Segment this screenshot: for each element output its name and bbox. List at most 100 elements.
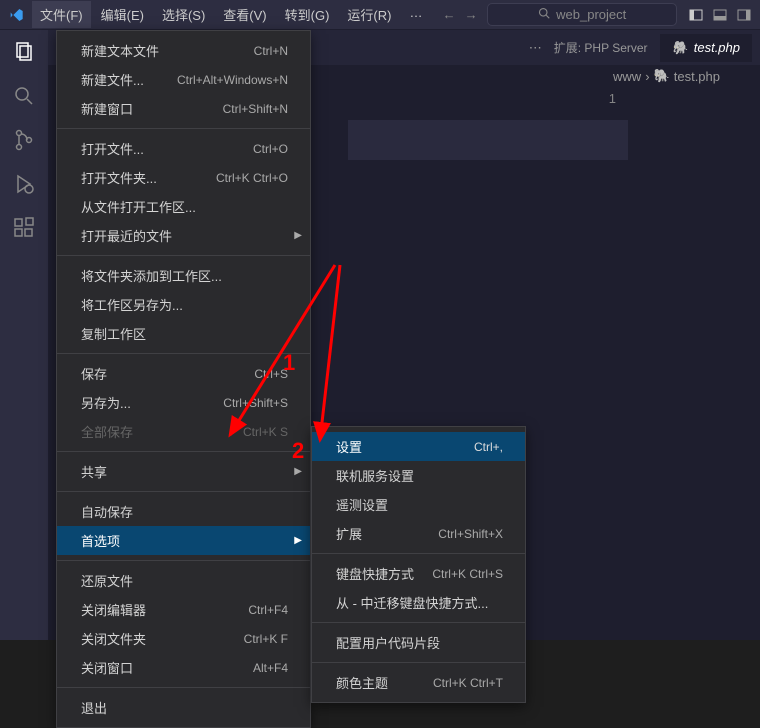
menu-item-label: 还原文件 <box>81 571 133 590</box>
line-gutter: 1 <box>588 87 628 106</box>
menu-item-label: 另存为... <box>81 393 131 412</box>
search-text: web_project <box>556 7 626 22</box>
menu-item[interactable]: 将文件夹添加到工作区... <box>57 261 310 290</box>
menu-item-label: 新建文件... <box>81 70 144 89</box>
menu-item-shortcut: Ctrl+O <box>253 142 288 156</box>
menu-separator <box>57 128 310 129</box>
menu-item[interactable]: 保存Ctrl+S <box>57 359 310 388</box>
menu-item[interactable]: 另存为... Ctrl+Shift+S <box>57 388 310 417</box>
menu-item[interactable]: 打开最近的文件▶ <box>57 221 310 250</box>
menu-4[interactable]: 转到(G) <box>277 1 338 28</box>
menu-3[interactable]: 查看(V) <box>215 1 274 28</box>
menu-item[interactable]: 关闭编辑器Ctrl+F4 <box>57 595 310 624</box>
menu-item-label: 保存 <box>81 364 107 383</box>
menu-item[interactable]: 新建文件... Ctrl+Alt+Windows+N <box>57 65 310 94</box>
menu-item-shortcut: Ctrl+K Ctrl+O <box>216 171 288 185</box>
menu-item-label: 打开最近的文件 <box>81 226 172 245</box>
menu-item-label: 关闭文件夹 <box>81 629 146 648</box>
nav-forward-icon[interactable]: → <box>463 7 479 23</box>
menu-item[interactable]: 联机服务设置 <box>312 461 525 490</box>
menu-item-shortcut: Ctrl+Shift+S <box>223 396 288 410</box>
menu-item[interactable]: 关闭文件夹 Ctrl+K F <box>57 624 310 653</box>
chevron-right-icon: ▶ <box>294 466 302 477</box>
vscode-logo-icon <box>8 7 24 23</box>
menu-1[interactable]: 编辑(E) <box>93 1 152 28</box>
menu-item-label: 将工作区另存为... <box>81 295 183 314</box>
menu-item-label: 打开文件... <box>81 139 144 158</box>
menu-separator <box>57 255 310 256</box>
more-icon[interactable]: ⋯ <box>529 40 542 56</box>
explorer-icon[interactable] <box>12 40 36 64</box>
layout-panel-icon[interactable] <box>712 7 728 23</box>
menu-item[interactable]: 自动保存 <box>57 497 310 526</box>
title-bar: 文件(F)编辑(E)选择(S)查看(V)转到(G)运行(R)… ← → web_… <box>0 0 760 30</box>
menu-0[interactable]: 文件(F) <box>32 1 91 28</box>
menu-2[interactable]: 选择(S) <box>154 1 213 28</box>
menu-item-label: 全部保存 <box>81 422 133 441</box>
menu-6[interactable]: … <box>401 1 430 28</box>
menu-item-label: 新建窗口 <box>81 99 133 118</box>
menu-item[interactable]: 新建窗口Ctrl+Shift+N <box>57 94 310 123</box>
menu-separator <box>57 687 310 688</box>
menu-item-label: 配置用户代码片段 <box>336 633 440 652</box>
menu-item-shortcut: Ctrl+K F <box>244 632 288 646</box>
menu-item[interactable]: 关闭窗口 Alt+F4 <box>57 653 310 682</box>
tab-testphp[interactable]: 🐘 test.php <box>660 34 752 62</box>
search-icon[interactable] <box>12 84 36 108</box>
menu-item[interactable]: 共享 ▶ <box>57 457 310 486</box>
menu-item[interactable]: 设置Ctrl+, <box>312 432 525 461</box>
menu-item[interactable]: 键盘快捷方式 Ctrl+K Ctrl+S <box>312 559 525 588</box>
menu-item-label: 关闭编辑器 <box>81 600 146 619</box>
menu-separator <box>57 491 310 492</box>
menu-item[interactable]: 退出 <box>57 693 310 722</box>
menu-item[interactable]: 打开文件... Ctrl+O <box>57 134 310 163</box>
menu-item-shortcut: Ctrl+K Ctrl+S <box>432 567 503 581</box>
menu-item[interactable]: 新建文本文件 Ctrl+N <box>57 36 310 65</box>
annotation-number-2: 2 <box>292 438 304 464</box>
menu-item[interactable]: 复制工作区 <box>57 319 310 348</box>
menu-item-label: 遥测设置 <box>336 495 388 514</box>
menu-item-label: 从 - 中迁移键盘快捷方式... <box>336 593 488 612</box>
menu-item[interactable]: 颜色主题 Ctrl+K Ctrl+T <box>312 668 525 697</box>
command-center-search[interactable]: web_project <box>487 3 677 26</box>
menu-separator <box>57 353 310 354</box>
file-menu-dropdown: 新建文本文件 Ctrl+N 新建文件... Ctrl+Alt+Windows+N 新建窗… <box>56 30 311 728</box>
menu-item[interactable]: 配置用户代码片段 <box>312 628 525 657</box>
menu-item: 全部保存Ctrl+K S <box>57 417 310 446</box>
menu-separator <box>312 622 525 623</box>
menu-item-shortcut: Ctrl+K Ctrl+T <box>433 676 503 690</box>
menu-item-shortcut: Ctrl+Alt+Windows+N <box>177 73 288 87</box>
menu-item[interactable]: 将工作区另存为... <box>57 290 310 319</box>
menu-item[interactable]: 遥测设置 <box>312 490 525 519</box>
menu-item-label: 关闭窗口 <box>81 658 133 677</box>
menu-item-shortcut: Ctrl+Shift+X <box>438 527 503 541</box>
menu-item[interactable]: 打开文件夹...Ctrl+K Ctrl+O <box>57 163 310 192</box>
annotation-number-1: 1 <box>283 350 295 376</box>
menu-item-label: 退出 <box>81 698 107 717</box>
menu-item-shortcut: Ctrl+N <box>254 44 288 58</box>
editor-selection[interactable] <box>348 120 628 160</box>
activity-bar <box>0 30 48 640</box>
menu-item-label: 首选项 <box>81 531 120 550</box>
extensions-icon[interactable] <box>12 216 36 240</box>
layout-sidebar-right-icon[interactable] <box>736 7 752 23</box>
php-file-icon: 🐘 <box>672 40 688 56</box>
menu-item[interactable]: 从文件打开工作区... <box>57 192 310 221</box>
menu-item[interactable]: 从 - 中迁移键盘快捷方式... <box>312 588 525 617</box>
layout-sidebar-left-icon[interactable] <box>688 7 704 23</box>
search-icon <box>538 7 550 22</box>
source-control-icon[interactable] <box>12 128 36 152</box>
nav-back-icon[interactable]: ← <box>441 7 457 23</box>
menu-5[interactable]: 运行(R) <box>339 1 399 28</box>
menu-item[interactable]: 还原文件 <box>57 566 310 595</box>
preferences-submenu: 设置Ctrl+,联机服务设置遥测设置扩展Ctrl+Shift+X 键盘快捷方式 Ct… <box>311 426 526 703</box>
menu-item[interactable]: 首选项▶ <box>57 526 310 555</box>
menu-item-label: 颜色主题 <box>336 673 388 692</box>
menu-item-shortcut: Alt+F4 <box>253 661 288 675</box>
menu-item[interactable]: 扩展Ctrl+Shift+X <box>312 519 525 548</box>
menu-item-label: 新建文本文件 <box>81 41 159 60</box>
run-debug-icon[interactable] <box>12 172 36 196</box>
menu-item-label: 共享 <box>81 462 107 481</box>
menu-item-label: 键盘快捷方式 <box>336 564 414 583</box>
tab-extension[interactable]: 扩展: PHP Server <box>554 39 648 56</box>
